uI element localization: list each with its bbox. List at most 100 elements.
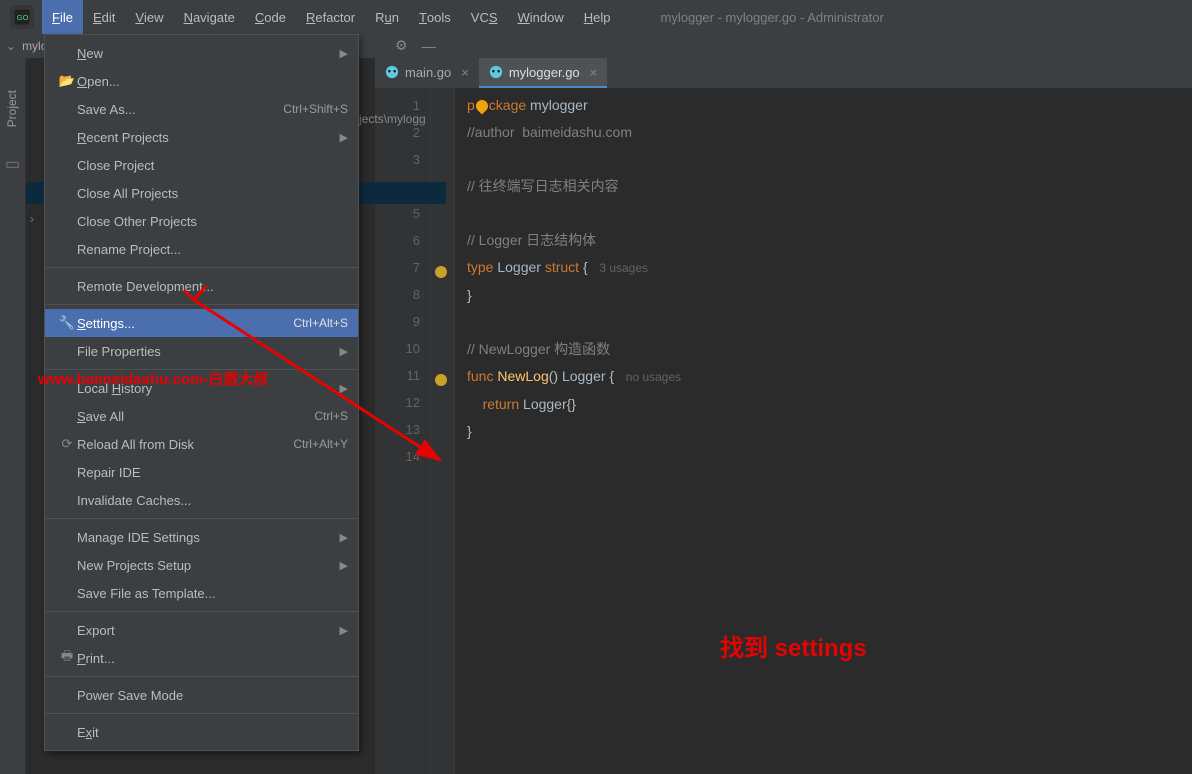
menu-item-recent-projects[interactable]: Recent Projects ▶ — [45, 123, 358, 151]
chevron-down-icon[interactable]: ⌄ — [6, 39, 16, 53]
file-menu-dropdown: New▶📂Open...Save As...Ctrl+Shift+SRecent… — [44, 34, 359, 751]
menu-item-label: Rename Project... — [77, 242, 181, 257]
menu-item-label: Repair IDE — [77, 465, 141, 480]
code-line[interactable]: // NewLogger 构造函数 — [467, 336, 1192, 363]
close-icon[interactable]: × — [461, 65, 469, 80]
submenu-arrow-icon: ▶ — [340, 131, 348, 144]
menu-item-invalidate-caches[interactable]: Invalidate Caches... — [45, 486, 358, 514]
code-line[interactable] — [467, 146, 1192, 173]
submenu-arrow-icon: ▶ — [340, 624, 348, 637]
menu-item-exit[interactable]: Exit — [45, 718, 358, 746]
menu-item-close-project[interactable]: Close Project — [45, 151, 358, 179]
menu-item-print[interactable]: 🖶Print... — [45, 644, 358, 672]
menu-item-new[interactable]: New ▶ — [45, 39, 358, 67]
menu-item-label: Reload All from Disk — [77, 437, 194, 452]
left-toolstrip: Project ▭ — [0, 34, 26, 774]
menu-item-label: Manage IDE Settings — [77, 530, 200, 545]
menu-item-label: Recent Projects — [77, 130, 169, 145]
code-line[interactable]: pckage mylogger — [467, 92, 1192, 119]
submenu-arrow-icon: ▶ — [340, 559, 348, 572]
menu-item-remote-development[interactable]: Remote Development... — [45, 272, 358, 300]
fold-marker-icon[interactable] — [437, 268, 445, 276]
menu-run[interactable]: Run — [365, 0, 409, 34]
menu-code[interactable]: Code — [245, 0, 296, 34]
menu-item-save-all[interactable]: Save AllCtrl+S — [45, 402, 358, 430]
menu-item-repair-ide[interactable]: Repair IDE — [45, 458, 358, 486]
menu-item-open[interactable]: 📂Open... — [45, 67, 358, 95]
menu-window[interactable]: Window — [508, 0, 574, 34]
menu-item-label: Export — [77, 623, 115, 638]
menu-item-new-projects-setup[interactable]: New Projects Setup▶ — [45, 551, 358, 579]
shortcut-label: Ctrl+Alt+S — [293, 316, 348, 330]
menu-item-settings[interactable]: 🔧Settings...Ctrl+Alt+S — [45, 309, 358, 337]
wrench-icon: 🔧 — [57, 315, 77, 331]
line-number: 5 — [375, 200, 420, 227]
menu-item-export[interactable]: Export ▶ — [45, 616, 358, 644]
submenu-arrow-icon: ▶ — [340, 345, 348, 358]
tab-mylogger-go[interactable]: mylogger.go× — [479, 58, 607, 88]
menubar: GO FileEditViewNavigateCodeRefactorRunTo… — [0, 0, 1192, 34]
menu-item-file-properties[interactable]: File Properties ▶ — [45, 337, 358, 365]
code-line[interactable] — [467, 200, 1192, 227]
code-line[interactable]: func NewLog() Logger { no usages — [467, 363, 1192, 391]
menu-item-manage-ide-settings[interactable]: Manage IDE Settings▶ — [45, 523, 358, 551]
menu-item-label: Save All — [77, 409, 124, 424]
menu-item-label: Exit — [77, 725, 99, 740]
code-line[interactable]: // 往终端写日志相关内容 — [467, 173, 1192, 200]
menu-item-save-as[interactable]: Save As...Ctrl+Shift+S — [45, 95, 358, 123]
menu-edit[interactable]: Edit — [83, 0, 125, 34]
editor: 1234567891011121314 pckage mylogger//aut… — [375, 88, 1192, 774]
window-title: mylogger - mylogger.go - Administrator — [661, 10, 884, 25]
menu-tools[interactable]: Tools — [409, 0, 461, 34]
menu-item-label: Print... — [77, 651, 115, 666]
code-line[interactable] — [467, 445, 1192, 472]
menu-navigate[interactable]: Navigate — [174, 0, 245, 34]
menu-vcs[interactable]: VCS — [461, 0, 508, 34]
project-tool-label[interactable]: Project — [5, 90, 19, 127]
menu-item-label: Open... — [77, 74, 120, 89]
menu-item-reload-all-from-disk[interactable]: ⟳Reload All from DiskCtrl+Alt+Y — [45, 430, 358, 458]
line-number: 12 — [375, 389, 420, 416]
fold-marker-icon[interactable] — [437, 376, 445, 384]
menu-item-power-save-mode[interactable]: Power Save Mode — [45, 681, 358, 709]
menu-item-label: Close Project — [77, 158, 154, 173]
line-number: 14 — [375, 443, 420, 470]
menu-item-label: File Properties — [77, 344, 161, 359]
menu-item-label: Close All Projects — [77, 186, 178, 201]
menu-item-label: Invalidate Caches... — [77, 493, 191, 508]
line-number: 13 — [375, 416, 420, 443]
tree-expand-icon[interactable]: › — [30, 212, 34, 226]
menu-file[interactable]: File — [42, 0, 83, 34]
code-line[interactable]: } — [467, 418, 1192, 445]
code-line[interactable]: type Logger struct { 3 usages — [467, 254, 1192, 282]
minus-icon[interactable]: — — [422, 38, 436, 54]
code-line[interactable]: // Logger 日志结构体 — [467, 227, 1192, 254]
menu-item-close-other-projects[interactable]: Close Other Projects — [45, 207, 358, 235]
code-line[interactable] — [467, 309, 1192, 336]
line-number: 7 — [375, 254, 420, 281]
menu-item-label: New — [77, 46, 103, 61]
code-line[interactable]: } — [467, 282, 1192, 309]
close-icon[interactable]: × — [590, 65, 598, 80]
menu-view[interactable]: View — [125, 0, 173, 34]
menu-help[interactable]: Help — [574, 0, 621, 34]
gear-icon[interactable]: ⚙ — [395, 37, 408, 54]
folder-icon: 📂 — [57, 73, 77, 89]
line-number: 6 — [375, 227, 420, 254]
submenu-arrow-icon: ▶ — [340, 47, 348, 60]
tab-label: main.go — [405, 65, 451, 80]
shortcut-label: Ctrl+Alt+Y — [293, 437, 348, 451]
code-area[interactable]: pckage mylogger//author baimeidashu.com … — [455, 88, 1192, 774]
file-icon[interactable]: ▭ — [5, 154, 20, 174]
menu-item-label: Save As... — [77, 102, 136, 117]
annotation-text: 找到 settings — [720, 628, 867, 663]
menu-item-close-all-projects[interactable]: Close All Projects — [45, 179, 358, 207]
code-line[interactable]: //author baimeidashu.com — [467, 119, 1192, 146]
menu-item-rename-project[interactable]: Rename Project... — [45, 235, 358, 263]
line-number: 10 — [375, 335, 420, 362]
menu-item-save-file-as-template[interactable]: Save File as Template... — [45, 579, 358, 607]
code-line[interactable]: return Logger{} — [467, 391, 1192, 418]
tab-main-go[interactable]: main.go × — [375, 58, 479, 88]
menu-refactor[interactable]: Refactor — [296, 0, 365, 34]
print-icon: 🖶 — [57, 647, 77, 669]
